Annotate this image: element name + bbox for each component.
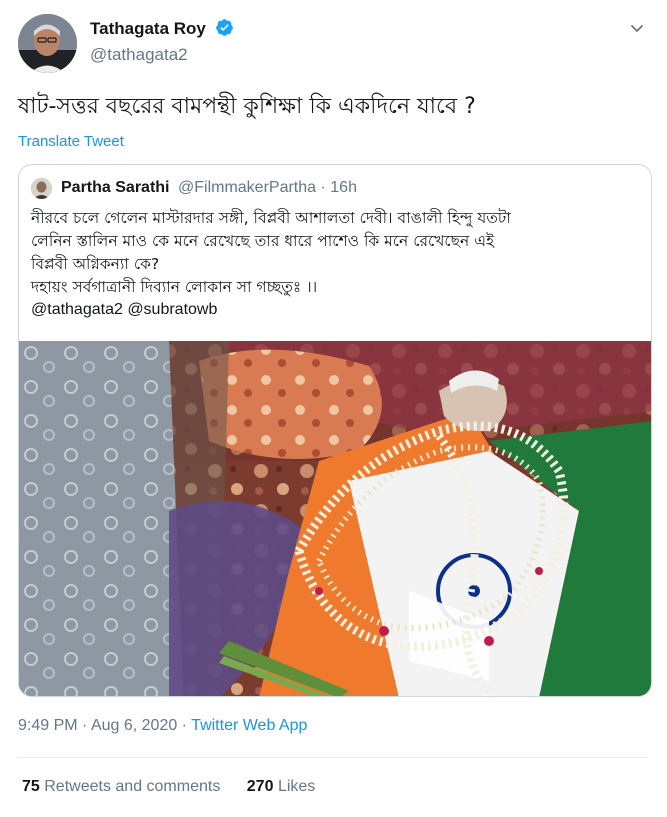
tweet-text: ষাট-সত্তর বছরের বামপন্থী কুশিক্ষা কি একদ…: [18, 94, 476, 119]
verified-badge-icon: [215, 18, 234, 41]
meta-separator: ·: [177, 717, 192, 734]
tweet-time[interactable]: 9:49 PM: [18, 717, 78, 734]
divider: [18, 757, 648, 758]
author-display-name[interactable]: Tathagata Roy: [90, 19, 206, 38]
quoted-text-line: নীরবে চলে গেলেন মাস্টারদার সঙ্গী, বিপ্লব…: [31, 209, 511, 227]
quoted-tweet-photo[interactable]: [19, 341, 651, 696]
tweet-timestamp: 9:49 PM · Aug 6, 2020 · Twitter Web App: [18, 717, 307, 735]
retweets-stat[interactable]: 75 Retweets and comments: [22, 778, 220, 795]
likes-stat[interactable]: 270 Likes: [247, 778, 316, 795]
author-avatar[interactable]: [18, 14, 77, 73]
quoted-text-line: দহায়ং সর্বগাত্রানী দিব্যান লোকান সা গচ্…: [31, 278, 318, 296]
tweet-header: Tathagata Roy @tathagata2: [18, 14, 648, 74]
quoted-text-line: বিপ্লবী অগ্নিকন্যা কে?: [31, 255, 160, 273]
quoted-author-handle-time: @FilmmakerPartha · 16h: [178, 179, 357, 196]
retweets-count: 75: [22, 778, 40, 795]
quoted-author-avatar: [31, 178, 52, 199]
tweet-source-link[interactable]: Twitter Web App: [191, 717, 307, 734]
quoted-author-name: Partha Sarathi: [61, 179, 170, 196]
chevron-down-icon[interactable]: [626, 18, 648, 40]
quoted-tweet-text: নীরবে চলে গেলেন মাস্টারদার সঙ্গী, বিপ্লব…: [31, 207, 641, 299]
tweet-date[interactable]: Aug 6, 2020: [91, 717, 177, 734]
author-handle[interactable]: @tathagata2: [90, 45, 234, 65]
likes-label: Likes: [277, 778, 316, 795]
meta-separator: ·: [77, 717, 91, 734]
tweet-stats: 75 Retweets and comments 270 Likes: [22, 778, 337, 796]
likes-count: 270: [246, 778, 274, 795]
translate-tweet-link[interactable]: Translate Tweet: [18, 133, 124, 150]
quoted-text-line: লেনিন স্তালিন মাও কে মনে রেখেছে তার ধারে…: [31, 232, 495, 250]
quoted-tweet[interactable]: Partha Sarathi @FilmmakerPartha · 16h নী…: [18, 164, 652, 697]
quoted-tweet-mentions: @tathagata2 @subratowb: [31, 301, 218, 318]
retweets-label: Retweets and comments: [44, 778, 221, 795]
